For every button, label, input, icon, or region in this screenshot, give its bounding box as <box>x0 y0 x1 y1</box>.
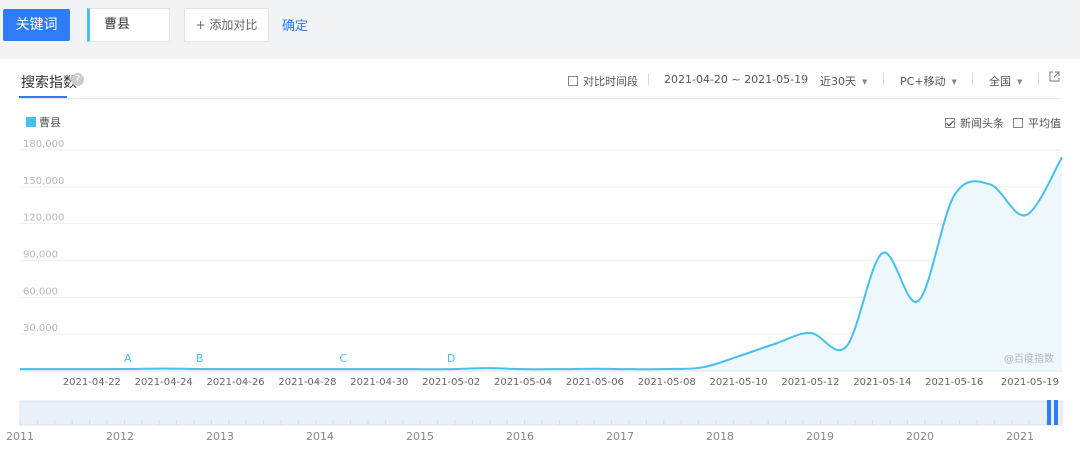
x-tick-label: 2021-05-10 <box>710 377 768 388</box>
trend-chart: 30,00060,00090,000120,000150,000180,000 … <box>6 139 1063 443</box>
y-tick-label: 120,000 <box>23 213 64 224</box>
timeline-year-label: 2011 <box>6 430 34 443</box>
timeline-year-label: 2014 <box>306 430 334 443</box>
x-tick-label: 2021-05-14 <box>853 377 911 388</box>
timeline-year-label: 2015 <box>406 430 434 443</box>
series-area <box>20 157 1062 371</box>
event-marker-a: A <box>124 352 132 365</box>
x-tick-label: 2021-04-24 <box>135 377 193 388</box>
x-tick-label: 2021-05-06 <box>566 377 624 388</box>
y-tick-label: 90,000 <box>23 250 58 261</box>
timeline-year-label: 2021 <box>1006 430 1034 443</box>
y-tick-label: 30,000 <box>23 323 58 334</box>
range-handle-left <box>1047 400 1051 425</box>
x-tick-label: 2021-04-30 <box>350 377 408 388</box>
timeline-year-label: 2020 <box>906 430 934 443</box>
y-tick-label: 60,000 <box>23 286 58 297</box>
x-tick-label: 2021-05-16 <box>925 377 983 388</box>
x-tick-label: 2021-05-12 <box>781 377 839 388</box>
timeline-year-label: 2012 <box>106 430 134 443</box>
y-tick-label: 150,000 <box>23 176 64 187</box>
x-tick-label: 2021-05-08 <box>638 377 696 388</box>
event-marker-d: D <box>447 352 455 365</box>
timeline-year-label: 2018 <box>706 430 734 443</box>
event-marker-c: C <box>340 352 348 365</box>
timeline-year-label: 2017 <box>606 430 634 443</box>
x-tick-label: 2021-04-28 <box>278 377 336 388</box>
y-tick-label: 180,000 <box>23 139 64 150</box>
range-handle-right <box>1054 400 1058 425</box>
timeline-year-label: 2013 <box>206 430 234 443</box>
watermark: @百度指数 <box>1004 352 1054 365</box>
x-tick-label: 2021-04-26 <box>207 377 265 388</box>
timeline-year-label: 2019 <box>806 430 834 443</box>
x-tick-label: 2021-05-04 <box>494 377 552 388</box>
timeline-slider[interactable]: 2011 2012 2013 2014 2015 2016 2017 2018 2019 2020… <box>6 400 1063 443</box>
x-tick-label: 2021-05-02 <box>422 377 480 388</box>
x-tick-label: 2021-04-22 <box>63 377 121 388</box>
x-tick-label: 2021-05-19 <box>1001 377 1059 388</box>
event-marker-b: B <box>196 352 204 365</box>
timeline-year-label: 2016 <box>506 430 534 443</box>
